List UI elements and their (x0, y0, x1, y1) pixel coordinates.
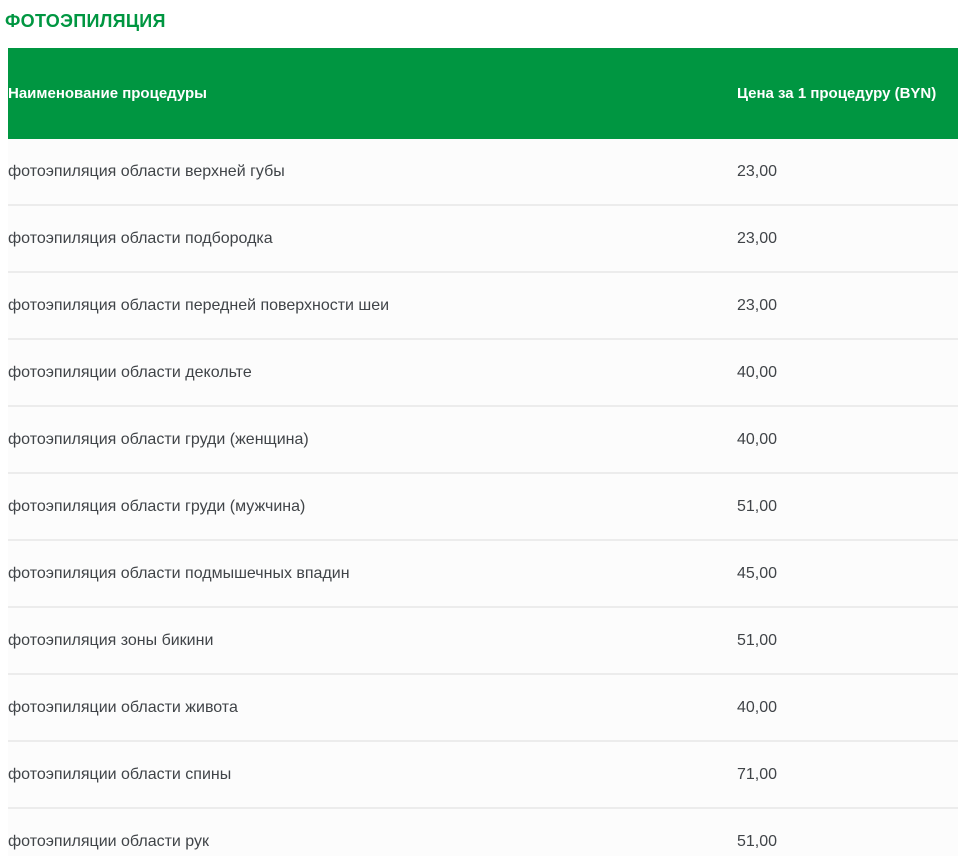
price-cell: 23,00 (737, 206, 958, 273)
procedure-name-cell: фотоэпиляции области спины (8, 742, 737, 809)
procedure-name-cell: фотоэпиляции области декольте (8, 340, 737, 407)
table-row: фотоэпиляции области рук 51,00 (8, 809, 958, 856)
procedure-name-cell: фотоэпиляции области живота (8, 675, 737, 742)
column-header-procedure: Наименование процедуры (8, 48, 737, 139)
table-row: фотоэпиляция области верхней губы 23,00 (8, 139, 958, 206)
procedure-name-cell: фотоэпиляция области передней поверхност… (8, 273, 737, 340)
price-table-container: Наименование процедуры Цена за 1 процеду… (8, 48, 958, 856)
procedure-name-cell: фотоэпиляция области груди (мужчина) (8, 474, 737, 541)
page-title: ФОТОЭПИЛЯЦИЯ (5, 10, 958, 32)
price-cell: 23,00 (737, 273, 958, 340)
column-header-price: Цена за 1 процедуру (BYN) (737, 48, 958, 139)
price-cell: 51,00 (737, 474, 958, 541)
table-header-row: Наименование процедуры Цена за 1 процеду… (8, 48, 958, 139)
procedure-name-cell: фотоэпиляция области подбородка (8, 206, 737, 273)
procedure-name-cell: фотоэпиляция зоны бикини (8, 608, 737, 675)
price-cell: 23,00 (737, 139, 958, 206)
price-cell: 45,00 (737, 541, 958, 608)
table-body: фотоэпиляция области верхней губы 23,00 … (8, 139, 958, 856)
table-row: фотоэпиляция зоны бикини 51,00 (8, 608, 958, 675)
table-row: фотоэпиляция области подбородка 23,00 (8, 206, 958, 273)
table-row: фотоэпиляция области передней поверхност… (8, 273, 958, 340)
price-cell: 40,00 (737, 675, 958, 742)
table-row: фотоэпиляция области подмышечных впадин … (8, 541, 958, 608)
price-cell: 40,00 (737, 407, 958, 474)
procedure-name-cell: фотоэпиляция области груди (женщина) (8, 407, 737, 474)
price-cell: 51,00 (737, 809, 958, 856)
price-cell: 71,00 (737, 742, 958, 809)
procedure-name-cell: фотоэпиляция области подмышечных впадин (8, 541, 737, 608)
table-row: фотоэпиляции области спины 71,00 (8, 742, 958, 809)
table-row: фотоэпиляции области декольте 40,00 (8, 340, 958, 407)
procedure-name-cell: фотоэпиляции области рук (8, 809, 737, 856)
table-header: Наименование процедуры Цена за 1 процеду… (8, 48, 958, 139)
table-row: фотоэпиляции области живота 40,00 (8, 675, 958, 742)
table-row: фотоэпиляция области груди (мужчина) 51,… (8, 474, 958, 541)
table-row: фотоэпиляция области груди (женщина) 40,… (8, 407, 958, 474)
price-cell: 51,00 (737, 608, 958, 675)
price-cell: 40,00 (737, 340, 958, 407)
procedure-name-cell: фотоэпиляция области верхней губы (8, 139, 737, 206)
price-table: Наименование процедуры Цена за 1 процеду… (8, 48, 958, 856)
